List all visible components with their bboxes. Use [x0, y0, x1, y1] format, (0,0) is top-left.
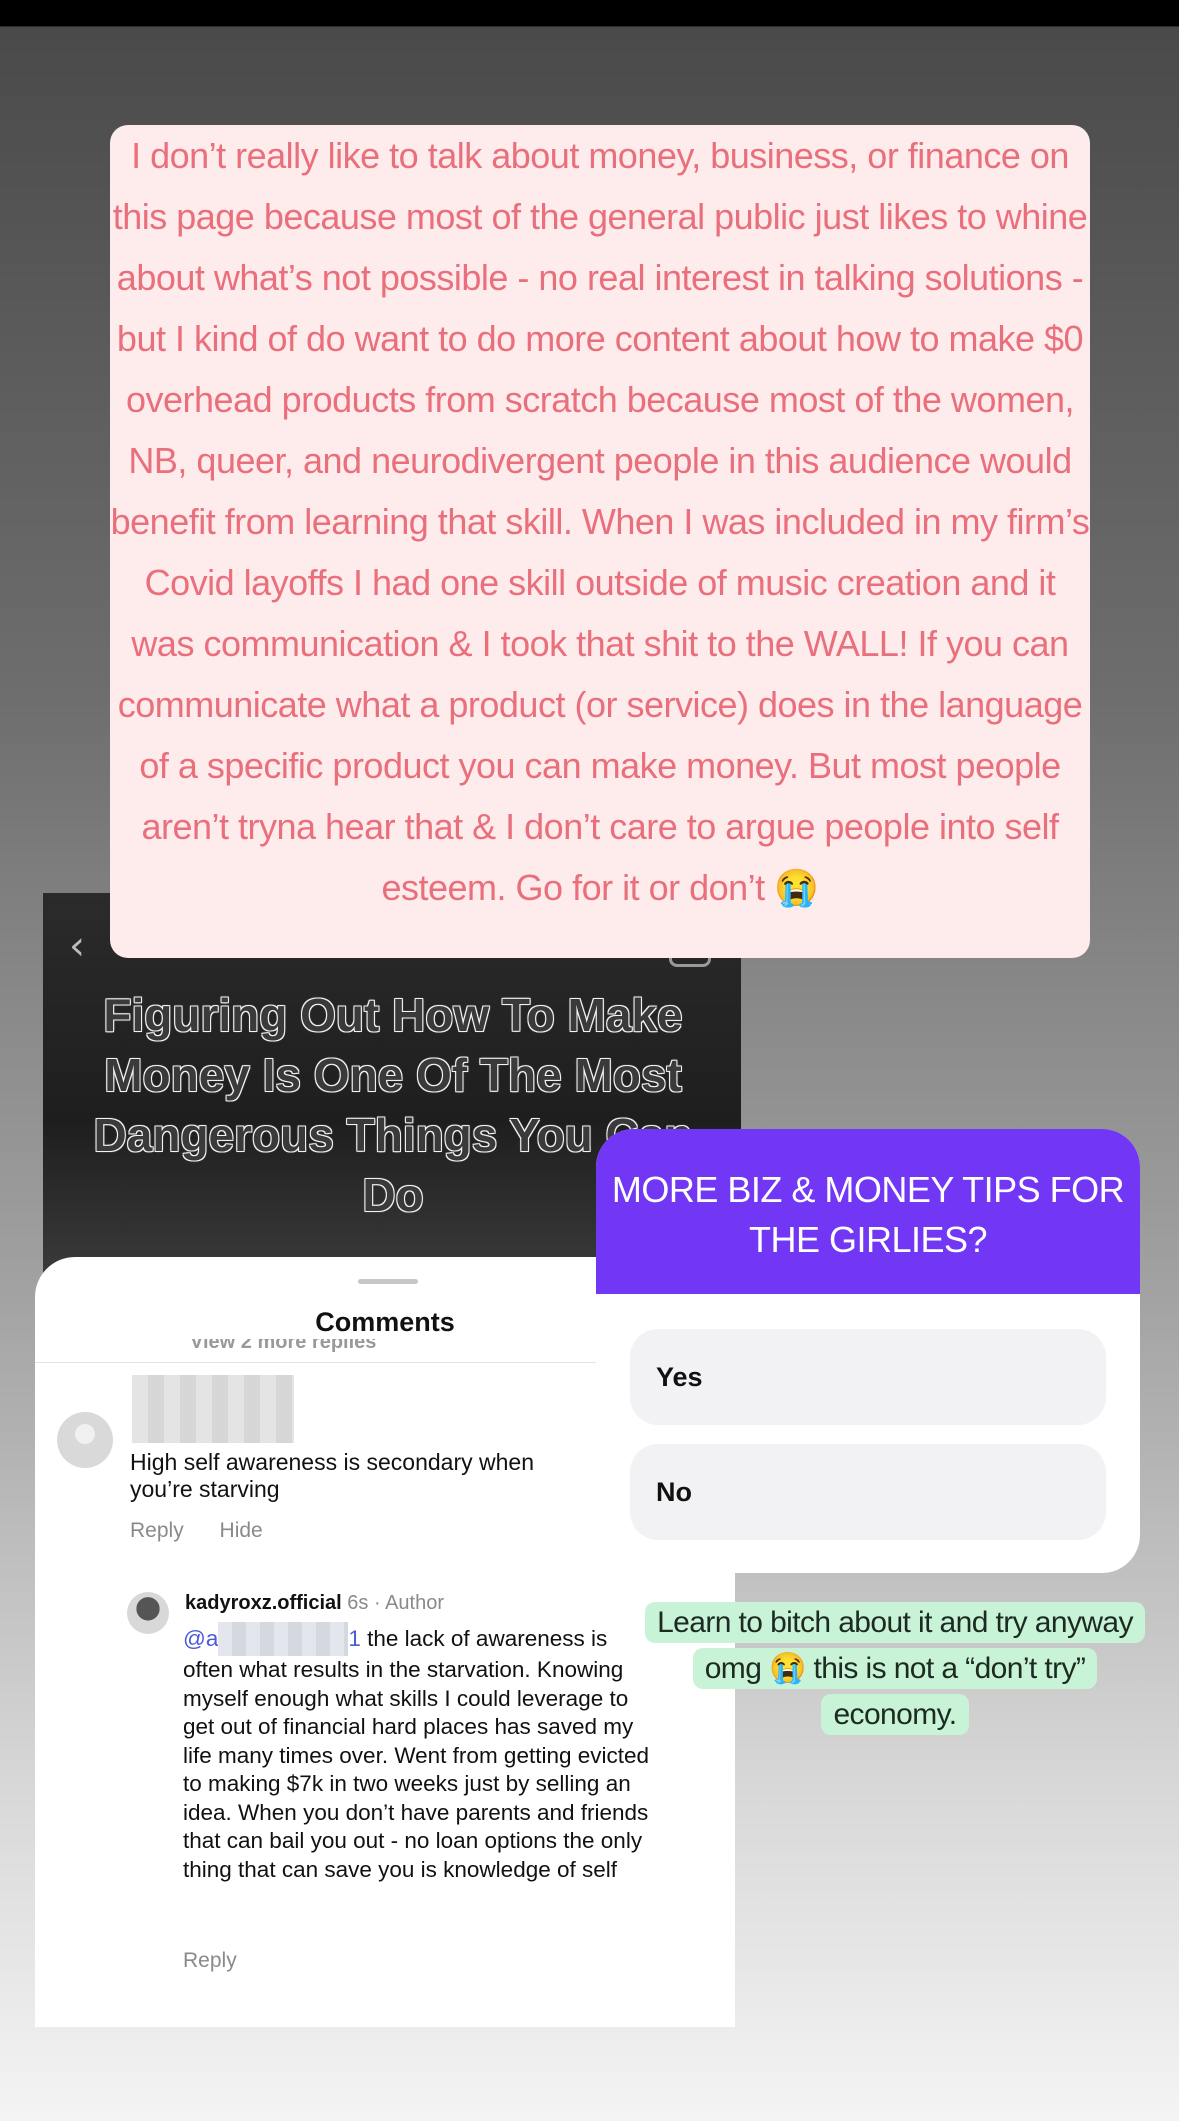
story-text: I don’t really like to talk about money,… — [110, 135, 1090, 908]
drag-handle[interactable] — [358, 1279, 418, 1284]
comment-actions: Reply Hide — [130, 1519, 293, 1543]
reply-button[interactable]: Reply — [183, 1949, 237, 1973]
author-avatar[interactable] — [127, 1592, 169, 1634]
avatar[interactable] — [57, 1412, 113, 1468]
author-name[interactable]: kadyroxz.official — [185, 1592, 342, 1614]
view-more-replies[interactable]: View 2 more replies — [190, 1339, 376, 1353]
reply-header: kadyroxz.official 6s · Author — [185, 1592, 444, 1615]
blurred-username — [132, 1375, 294, 1443]
poll-sticker: MORE BIZ & MONEY TIPS FOR THE GIRLIES? Y… — [596, 1129, 1140, 1573]
reply-sticker-line: Learn to bitch about it and try anyway o… — [645, 1602, 1145, 1735]
reply-meta: 6s · Author — [347, 1592, 444, 1614]
poll-option-no[interactable]: No — [630, 1444, 1106, 1540]
reply-button[interactable]: Reply — [130, 1519, 184, 1542]
poll-option-yes[interactable]: Yes — [630, 1329, 1106, 1425]
mention-link[interactable]: @a — [183, 1626, 218, 1651]
status-bar — [0, 0, 1179, 26]
poll-question: MORE BIZ & MONEY TIPS FOR THE GIRLIES? — [596, 1129, 1140, 1294]
reply-text: @a 1 the lack of awareness is often what … — [183, 1622, 663, 1884]
mention-link-end[interactable]: 1 — [348, 1626, 361, 1651]
reply-body: the lack of awareness is often what resu… — [183, 1626, 650, 1882]
chevron-left-icon[interactable]: ‹ — [69, 923, 85, 969]
hide-button[interactable]: Hide — [220, 1519, 263, 1542]
reply-text-sticker: Learn to bitch about it and try anyway o… — [630, 1600, 1160, 1735]
reply-sticker-text: Learn to bitch about it and try anyway o… — [630, 1600, 1160, 1738]
blurred-mention — [218, 1622, 349, 1656]
comment-text: High self awareness is secondary when yo… — [130, 1449, 534, 1502]
